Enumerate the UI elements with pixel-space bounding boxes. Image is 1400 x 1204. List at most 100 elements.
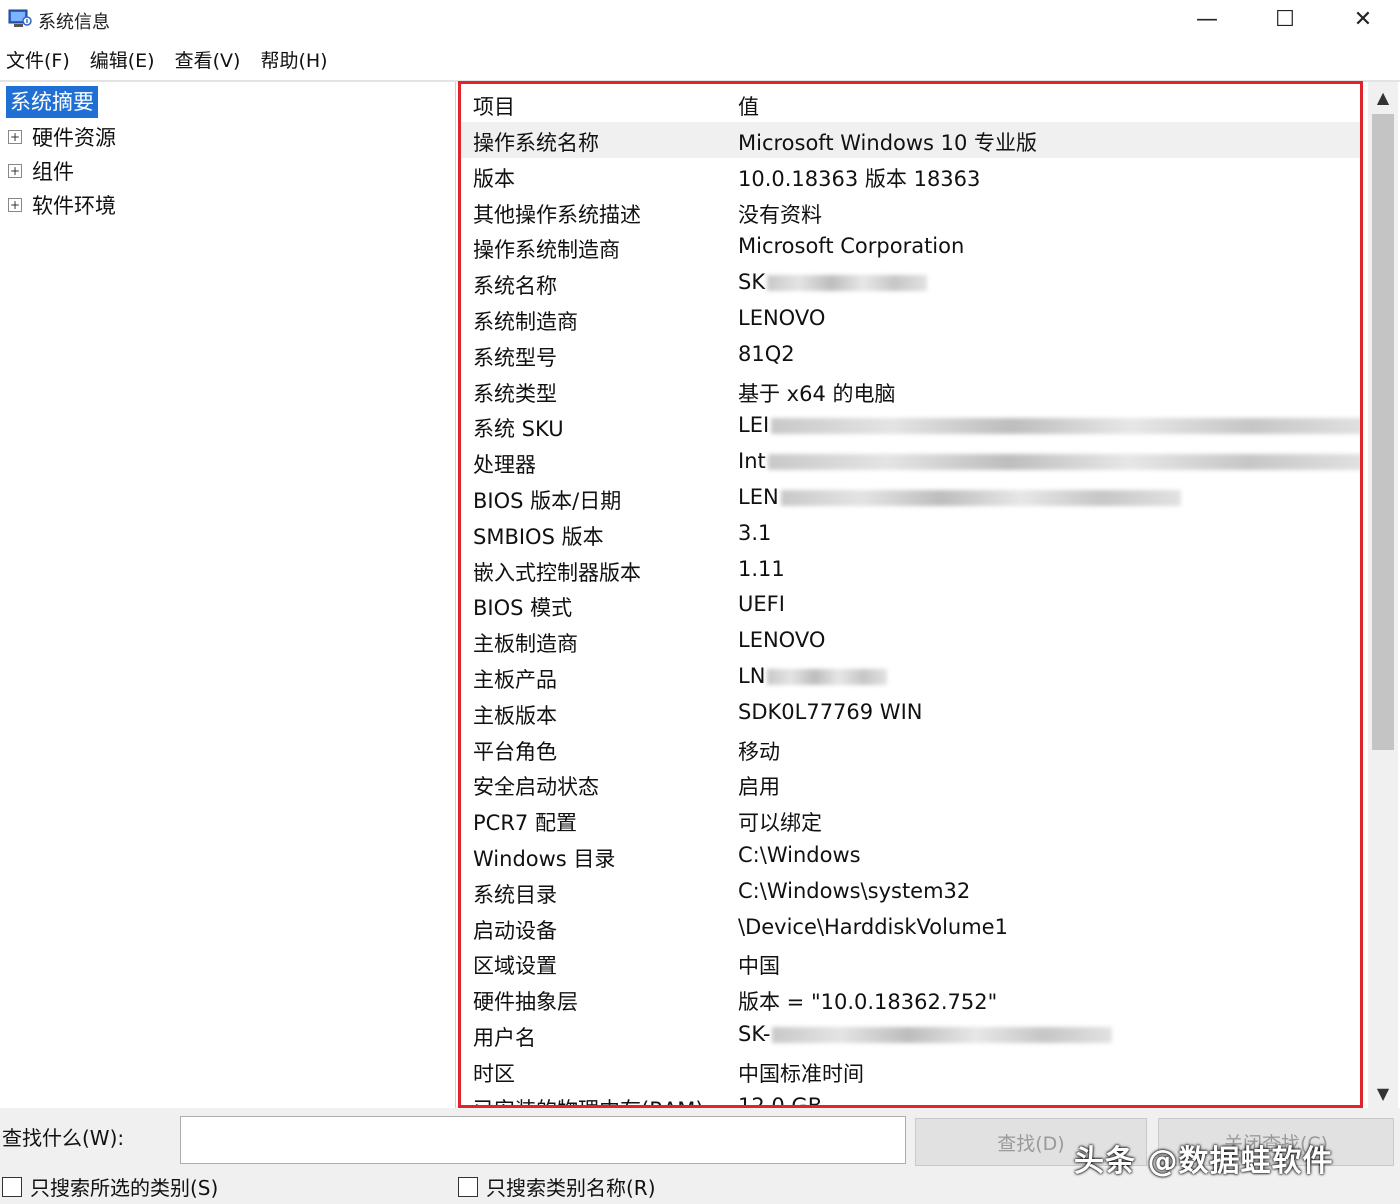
row-value: 81Q2 bbox=[738, 342, 795, 366]
find-input[interactable] bbox=[180, 1116, 906, 1164]
table-row[interactable]: 主板产品 LN bbox=[459, 659, 1361, 695]
window-title: 系统信息 bbox=[38, 12, 110, 33]
row-item: 主板制造商 bbox=[473, 632, 578, 657]
row-value-text: 移动 bbox=[738, 739, 780, 764]
table-row[interactable]: 版本 10.0.18363 版本 18363 bbox=[459, 158, 1361, 194]
row-value: SDK0L77769 WIN bbox=[738, 700, 922, 724]
search-category-names-checkbox[interactable] bbox=[458, 1176, 478, 1197]
maximize-button[interactable]: ☐ bbox=[1246, 0, 1324, 38]
minimize-button[interactable]: — bbox=[1168, 0, 1246, 38]
search-selected-category-checkbox[interactable] bbox=[2, 1176, 22, 1197]
table-row[interactable]: 系统类型 基于 x64 的电脑 bbox=[459, 373, 1361, 409]
expand-icon[interactable]: + bbox=[8, 164, 22, 178]
row-value-text: LENOVO bbox=[738, 305, 826, 330]
column-header-value[interactable]: 值 bbox=[738, 91, 759, 121]
row-item: 系统目录 bbox=[473, 882, 557, 907]
row-value: \Device\HarddiskVolume1 bbox=[738, 915, 1008, 939]
table-row[interactable]: 时区 中国标准时间 bbox=[459, 1053, 1361, 1089]
row-value-text: 没有资料 bbox=[738, 202, 822, 227]
table-row[interactable]: 系统 SKU LEI bbox=[459, 408, 1361, 444]
table-row[interactable]: Windows 目录 C:\Windows bbox=[459, 838, 1361, 874]
row-item: PCR7 配置 bbox=[473, 811, 577, 836]
close-button[interactable]: ✕ bbox=[1324, 0, 1400, 38]
table-row[interactable]: 操作系统名称 Microsoft Windows 10 专业版 bbox=[459, 122, 1361, 158]
table-row[interactable]: SMBIOS 版本 3.1 bbox=[459, 516, 1361, 552]
tree-item-system-summary[interactable]: 系统摘要 bbox=[6, 86, 98, 118]
menu-view[interactable]: 查看(V) bbox=[169, 46, 247, 73]
row-item: 系统制造商 bbox=[473, 309, 578, 334]
table-row[interactable]: 启动设备 \Device\HarddiskVolume1 bbox=[459, 910, 1361, 946]
list-header: 项目 值 bbox=[459, 82, 1361, 124]
row-value: Int bbox=[738, 449, 1361, 473]
row-item: 操作系统制造商 bbox=[473, 238, 620, 263]
table-row[interactable]: 硬件抽象层 版本 = "10.0.18362.752" bbox=[459, 981, 1361, 1017]
row-value-text: \Device\HarddiskVolume1 bbox=[738, 914, 1008, 939]
row-value-text: 版本 = "10.0.18362.752" bbox=[738, 990, 998, 1015]
table-row[interactable]: 区域设置 中国 bbox=[459, 945, 1361, 981]
system-info-app-icon bbox=[8, 9, 32, 27]
table-row[interactable]: BIOS 版本/日期 LEN bbox=[459, 480, 1361, 516]
tree-item-components[interactable]: + 组件 bbox=[8, 156, 74, 186]
row-value-text: 10.0.18363 版本 18363 bbox=[738, 166, 981, 191]
table-row[interactable]: 系统型号 81Q2 bbox=[459, 337, 1361, 373]
table-row[interactable]: 其他操作系统描述 没有资料 bbox=[459, 194, 1361, 230]
row-item: 平台角色 bbox=[473, 739, 557, 764]
list-rows: 操作系统名称 Microsoft Windows 10 专业版 版本 10.0.183… bbox=[459, 122, 1361, 1106]
table-row[interactable]: 系统名称 SK bbox=[459, 265, 1361, 301]
row-value-text: 81Q2 bbox=[738, 341, 795, 366]
row-value-text: LN bbox=[738, 663, 766, 688]
row-value: 启用 bbox=[738, 771, 780, 801]
row-value-text: Microsoft Windows 10 专业版 bbox=[738, 131, 1038, 155]
table-row[interactable]: 安全启动状态 启用 bbox=[459, 766, 1361, 802]
row-value-text: 12.0 GB bbox=[738, 1093, 823, 1106]
row-value-text: Microsoft Corporation bbox=[738, 234, 965, 259]
table-row[interactable]: 系统制造商 LENOVO bbox=[459, 301, 1361, 337]
row-value-text: SK bbox=[738, 270, 766, 295]
table-row[interactable]: BIOS 模式 UEFI bbox=[459, 587, 1361, 623]
watermark: 头条 @数据蛙软件 bbox=[1074, 1144, 1334, 1179]
table-row[interactable]: 用户名 SK- bbox=[459, 1017, 1361, 1053]
details-list: 项目 值 操作系统名称 Microsoft Windows 10 专业版 版本 10.… bbox=[459, 82, 1361, 1106]
row-item: 启动设备 bbox=[473, 918, 557, 943]
scroll-thumb[interactable] bbox=[1372, 114, 1394, 750]
row-value-text: 基于 x64 的电脑 bbox=[738, 381, 896, 406]
scroll-down-icon[interactable]: ▼ bbox=[1368, 1078, 1398, 1108]
tree-item-hardware-resources[interactable]: + 硬件资源 bbox=[8, 122, 116, 152]
row-item: 硬件抽象层 bbox=[473, 990, 578, 1015]
menu-help[interactable]: 帮助(H) bbox=[254, 46, 333, 73]
row-value-text: 启用 bbox=[738, 775, 780, 800]
vertical-scrollbar[interactable]: ▲ ▼ bbox=[1368, 82, 1398, 1108]
redacted-blur bbox=[780, 489, 1181, 506]
table-row[interactable]: 已安装的物理内存(RAM) 12.0 GB bbox=[459, 1089, 1361, 1106]
menu-file[interactable]: 文件(F) bbox=[0, 46, 76, 73]
row-item: 主板版本 bbox=[473, 703, 557, 728]
tree-item-label: 硬件资源 bbox=[32, 126, 116, 150]
row-value: C:\Windows bbox=[738, 843, 861, 867]
row-value: 版本 = "10.0.18362.752" bbox=[738, 986, 997, 1016]
table-row[interactable]: 嵌入式控制器版本 1.11 bbox=[459, 552, 1361, 588]
expand-icon[interactable]: + bbox=[8, 198, 22, 212]
find-label: 查找什么(W): bbox=[2, 1126, 125, 1150]
row-item: BIOS 版本/日期 bbox=[473, 488, 622, 513]
table-row[interactable]: 操作系统制造商 Microsoft Corporation bbox=[459, 229, 1361, 265]
table-row[interactable]: 主板制造商 LENOVO bbox=[459, 623, 1361, 659]
column-header-item[interactable]: 项目 bbox=[473, 91, 515, 121]
row-item: 用户名 bbox=[473, 1025, 536, 1050]
row-value: UEFI bbox=[738, 592, 785, 616]
row-value: LENOVO bbox=[738, 306, 825, 330]
row-item: 处理器 bbox=[473, 453, 536, 478]
row-value: 12.0 GB bbox=[738, 1094, 822, 1106]
expand-icon[interactable]: + bbox=[8, 130, 22, 144]
table-row[interactable]: 主板版本 SDK0L77769 WIN bbox=[459, 695, 1361, 731]
row-value: 可以绑定 bbox=[738, 807, 822, 837]
menu-edit[interactable]: 编辑(E) bbox=[84, 46, 161, 73]
search-category-names-option[interactable]: 只搜索类别名称(R) bbox=[458, 1172, 656, 1201]
row-item: SMBIOS 版本 bbox=[473, 524, 604, 549]
search-selected-category-option[interactable]: 只搜索所选的类别(S) bbox=[2, 1172, 218, 1201]
scroll-up-icon[interactable]: ▲ bbox=[1368, 82, 1398, 112]
table-row[interactable]: 平台角色 移动 bbox=[459, 731, 1361, 767]
table-row[interactable]: PCR7 配置 可以绑定 bbox=[459, 802, 1361, 838]
table-row[interactable]: 系统目录 C:\Windows\system32 bbox=[459, 874, 1361, 910]
table-row[interactable]: 处理器 Int bbox=[459, 444, 1361, 480]
tree-item-software-environment[interactable]: + 软件环境 bbox=[8, 190, 116, 220]
